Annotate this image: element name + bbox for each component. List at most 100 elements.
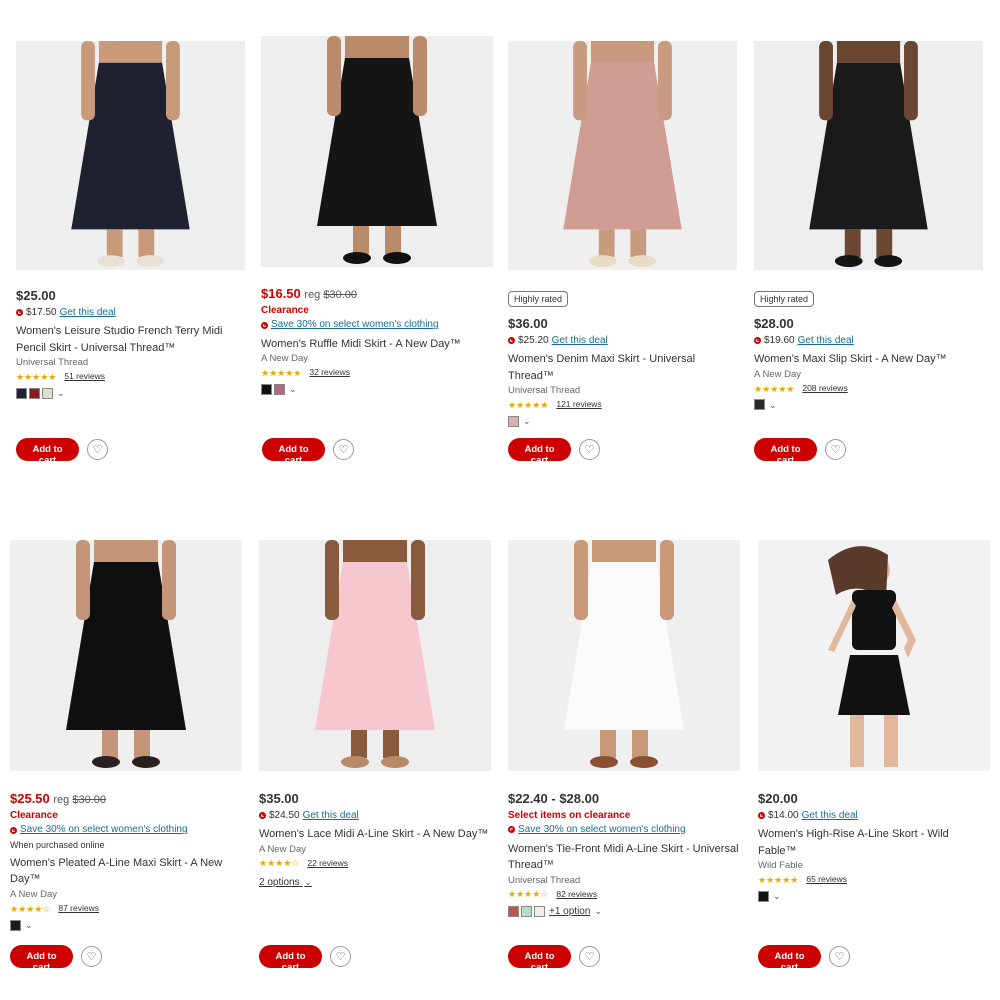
get-deal-link[interactable]: Get this deal — [802, 809, 858, 823]
rating[interactable]: ★★★★☆ 22 reviews — [259, 857, 491, 869]
product-image[interactable] — [261, 36, 493, 267]
rating[interactable]: ★★★★★ 121 reviews — [508, 399, 740, 411]
add-to-cart-button[interactable]: Add to cart — [508, 945, 571, 973]
product-title[interactable]: Women's Lace Midi A-Line Skirt - A New D… — [259, 826, 491, 843]
add-to-cart-button[interactable]: Add to cart — [508, 438, 571, 466]
color-swatch[interactable] — [16, 387, 27, 399]
product-image[interactable] — [758, 540, 990, 771]
add-to-cart-button[interactable]: Add to cart — [754, 438, 817, 466]
color-swatch[interactable] — [508, 415, 519, 427]
chevron-down-icon[interactable]: ⌄ — [25, 919, 33, 931]
product-title[interactable]: Women's Ruffle Midi Skirt - A New Day™ — [261, 336, 493, 353]
heart-icon[interactable]: ♡ — [87, 439, 108, 460]
product-image[interactable] — [508, 41, 737, 270]
product-card: $25.50 reg $30.00 Clearance Save 30% on … — [10, 790, 242, 931]
promo-line: Save 30% on select women's clothing — [508, 823, 740, 837]
color-swatch[interactable] — [274, 383, 285, 395]
promo-link[interactable]: Save 30% on select women's clothing — [518, 823, 686, 837]
chevron-down-icon[interactable]: ⌄ — [773, 890, 781, 902]
promo-link[interactable]: Save 30% on select women's clothing — [20, 823, 188, 837]
get-deal-link[interactable]: Get this deal — [798, 334, 854, 348]
left-leg — [598, 229, 615, 258]
color-swatch[interactable] — [508, 905, 519, 917]
product-title[interactable]: Women's Pleated A-Line Maxi Skirt - A Ne… — [10, 855, 242, 888]
product-card: $16.50 reg $30.00 Clearance Save 30% on … — [261, 285, 493, 395]
product-title[interactable]: Women's Leisure Studio French Terry Midi… — [16, 323, 248, 356]
rating[interactable]: ★★★★☆ 82 reviews — [508, 888, 740, 900]
clearance-label: Clearance — [261, 304, 309, 316]
model-torso — [590, 41, 655, 63]
color-swatch[interactable] — [42, 387, 53, 399]
add-to-cart-button[interactable]: Add to cart — [16, 438, 79, 466]
color-swatch[interactable] — [534, 905, 545, 917]
card-actions: Add to cart ♡ — [758, 945, 850, 973]
color-swatch[interactable] — [521, 905, 532, 917]
product-title[interactable]: Women's High-Rise A-Line Skort - Wild Fa… — [758, 826, 990, 859]
clearance-label: Clearance — [10, 809, 58, 821]
star-rating-icon: ★★★★☆ — [10, 903, 51, 914]
color-swatch[interactable] — [10, 919, 21, 931]
heart-icon[interactable]: ♡ — [579, 946, 600, 967]
price: $28.00 — [754, 316, 794, 332]
promo-link[interactable]: Save 30% on select women's clothing — [271, 318, 439, 332]
left-arm — [574, 540, 588, 620]
reviews-link[interactable]: 87 reviews — [58, 903, 99, 914]
brand[interactable]: Wild Fable — [758, 860, 990, 873]
chevron-down-icon[interactable]: ⌄ — [523, 415, 531, 427]
more-options-link[interactable]: +1 option — [549, 905, 590, 919]
product-card: Highly rated $28.00 $19.60 Get this deal… — [754, 291, 986, 411]
rating[interactable]: ★★★★☆ 87 reviews — [10, 903, 242, 915]
rating[interactable]: ★★★★★ 208 reviews — [754, 383, 986, 395]
brand[interactable]: Universal Thread — [508, 875, 740, 888]
rating[interactable]: ★★★★★ 51 reviews — [16, 371, 248, 383]
heart-icon[interactable]: ♡ — [333, 439, 354, 460]
chevron-down-icon[interactable]: ⌄ — [57, 387, 65, 399]
add-to-cart-button[interactable]: Add to cart — [262, 438, 325, 466]
product-image[interactable] — [508, 540, 740, 771]
product-title[interactable]: Women's Tie-Front Midi A-Line Skirt - Un… — [508, 841, 740, 874]
product-image[interactable] — [10, 540, 242, 771]
product-card: $25.00 $17.50 Get this deal Women's Leis… — [16, 287, 248, 399]
rating[interactable]: ★★★★★ 32 reviews — [261, 367, 493, 379]
heart-icon[interactable]: ♡ — [825, 439, 846, 460]
heart-icon[interactable]: ♡ — [579, 439, 600, 460]
model-torso — [94, 540, 158, 562]
reviews-link[interactable]: 32 reviews — [309, 367, 350, 378]
model-torso — [345, 36, 409, 58]
brand[interactable]: A New Day — [10, 889, 242, 902]
color-swatch[interactable] — [754, 399, 765, 411]
heart-icon[interactable]: ♡ — [829, 946, 850, 967]
get-deal-link[interactable]: Get this deal — [60, 306, 116, 320]
brand[interactable]: A New Day — [259, 844, 491, 857]
chevron-down-icon[interactable]: ⌄ — [769, 399, 777, 411]
color-swatch[interactable] — [29, 387, 40, 399]
chevron-down-icon[interactable]: ⌄ — [594, 905, 602, 917]
reviews-link[interactable]: 82 reviews — [556, 889, 597, 900]
reviews-link[interactable]: 22 reviews — [307, 858, 348, 869]
product-image[interactable] — [754, 41, 983, 270]
color-swatch[interactable] — [758, 890, 769, 902]
reviews-link[interactable]: 65 reviews — [806, 874, 847, 885]
brand[interactable]: Universal Thread — [508, 385, 740, 398]
product-image[interactable] — [16, 41, 245, 270]
product-title[interactable]: Women's Maxi Slip Skirt - A New Day™ — [754, 351, 986, 368]
brand[interactable]: A New Day — [754, 369, 986, 382]
get-deal-link[interactable]: Get this deal — [552, 334, 608, 348]
get-deal-link[interactable]: Get this deal — [303, 809, 359, 823]
options-dropdown[interactable]: 2 options ⌄ — [259, 876, 491, 890]
rating[interactable]: ★★★★★ 65 reviews — [758, 874, 990, 886]
heart-icon[interactable]: ♡ — [81, 946, 102, 967]
add-to-cart-button[interactable]: Add to cart — [10, 945, 73, 973]
reviews-link[interactable]: 51 reviews — [64, 371, 105, 382]
add-to-cart-button[interactable]: Add to cart — [259, 945, 322, 973]
chevron-down-icon[interactable]: ⌄ — [289, 383, 297, 395]
add-to-cart-button[interactable]: Add to cart — [758, 945, 821, 973]
color-swatch[interactable] — [261, 383, 272, 395]
brand[interactable]: Universal Thread — [16, 357, 248, 370]
heart-icon[interactable]: ♡ — [330, 946, 351, 967]
product-title[interactable]: Women's Denim Maxi Skirt - Universal Thr… — [508, 351, 740, 384]
reviews-link[interactable]: 121 reviews — [556, 399, 601, 410]
brand[interactable]: A New Day — [261, 353, 493, 366]
product-image[interactable] — [259, 540, 491, 771]
reviews-link[interactable]: 208 reviews — [802, 383, 847, 394]
